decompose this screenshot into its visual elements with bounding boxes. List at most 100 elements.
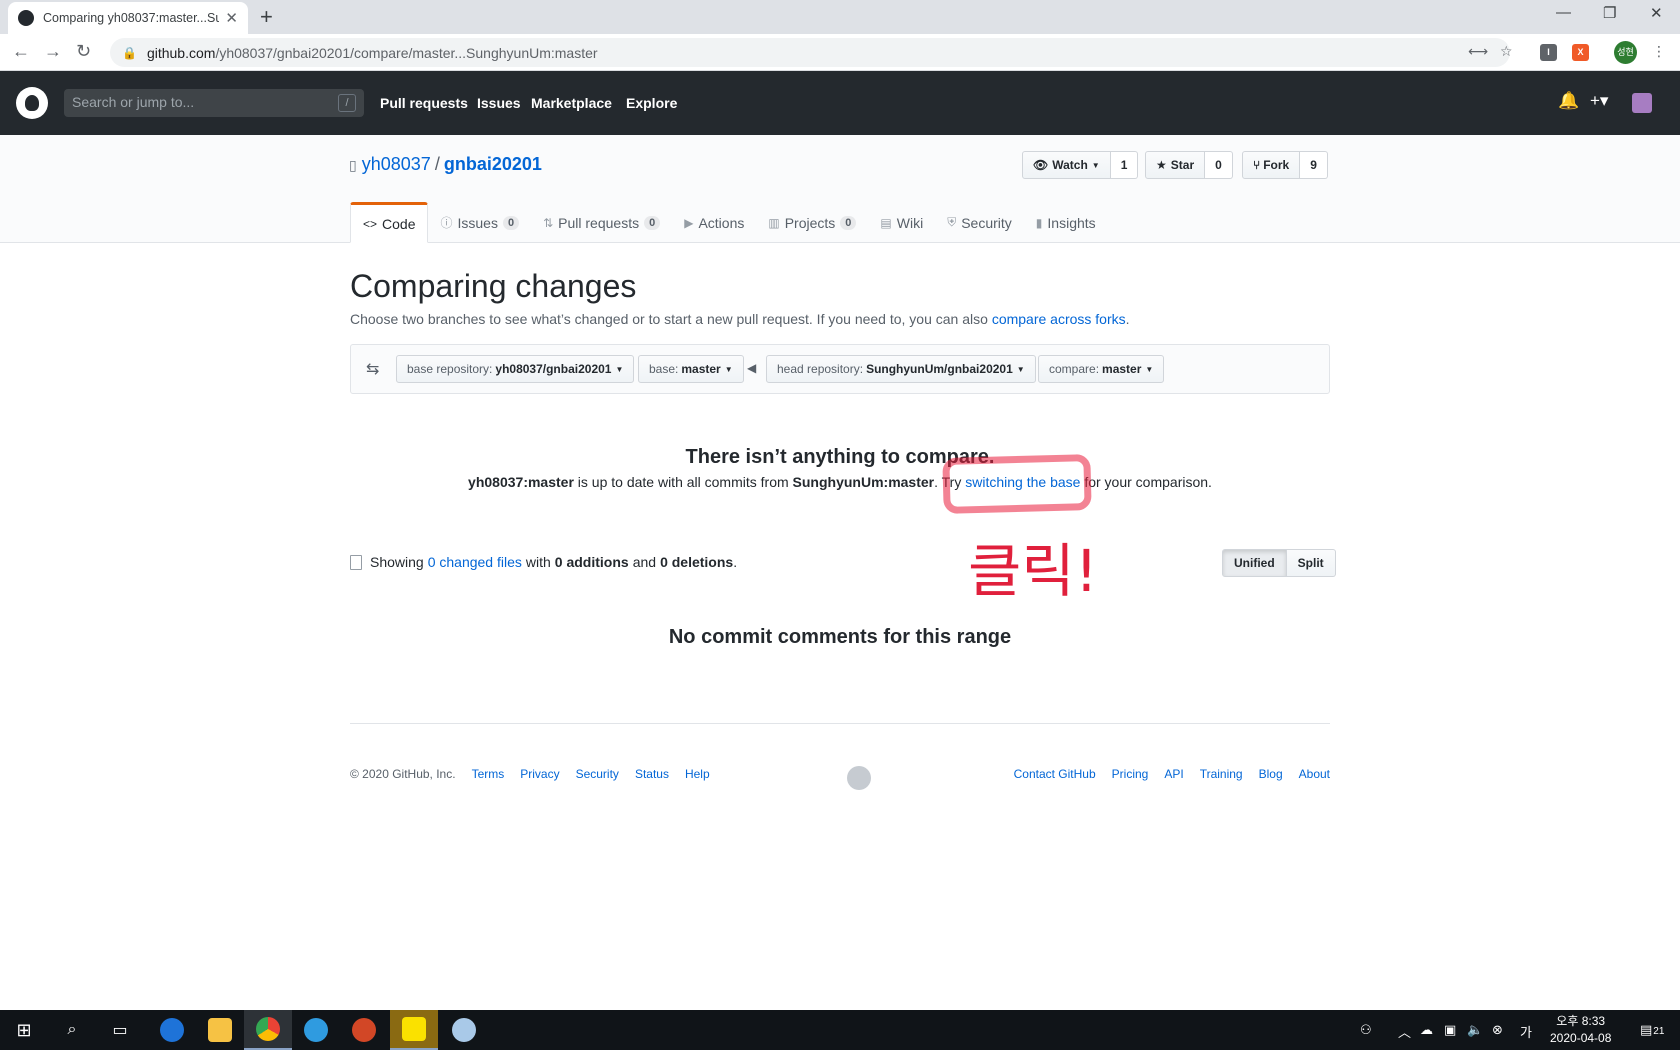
- volume-icon[interactable]: 🔈: [1467, 1022, 1483, 1038]
- head-repository-select[interactable]: head repository: SunghyunUm/gnbai20201 ▼: [766, 355, 1036, 383]
- browser-tab-strip: Comparing yh08037:master...Su ✕ + — ❐ ✕: [0, 0, 1680, 34]
- footer-link-contact[interactable]: Contact GitHub: [1014, 767, 1096, 781]
- summary-text: .: [733, 554, 738, 570]
- chrome-menu-icon[interactable]: ⋮: [1652, 43, 1666, 60]
- compare-across-forks-link[interactable]: compare across forks: [992, 311, 1126, 327]
- create-new-plus-icon[interactable]: +▾: [1590, 91, 1608, 111]
- tab-projects[interactable]: ▥ Projects 0: [756, 202, 868, 243]
- start-windows-icon[interactable]: ⊞: [0, 1010, 48, 1050]
- github-logo-icon[interactable]: [16, 87, 48, 119]
- notifications-bell-icon[interactable]: 🔔: [1558, 91, 1579, 111]
- fork-button[interactable]: ⑂ Fork: [1242, 151, 1301, 179]
- user-avatar[interactable]: [1632, 93, 1652, 113]
- new-tab-icon[interactable]: +: [260, 4, 273, 30]
- git-compare-icon[interactable]: ⇆: [366, 359, 379, 379]
- internet-explorer-icon[interactable]: [292, 1010, 340, 1050]
- header-nav-marketplace[interactable]: Marketplace: [531, 95, 612, 111]
- star-button[interactable]: ★ Star: [1145, 151, 1206, 179]
- github-header: Search or jump to... / Pull requests Iss…: [0, 71, 1680, 135]
- footer-link-pricing[interactable]: Pricing: [1112, 767, 1149, 781]
- tab-wiki[interactable]: ▤ Wiki: [868, 202, 935, 243]
- tab-count: 0: [644, 215, 661, 230]
- forward-icon[interactable]: →: [44, 41, 62, 62]
- repo-owner-link[interactable]: yh08037: [362, 154, 431, 174]
- changed-files-link[interactable]: 0 changed files: [428, 554, 522, 570]
- base-repository-select[interactable]: base repository: yh08037/gnbai20201 ▼: [396, 355, 635, 383]
- base-branch-select[interactable]: base: master ▼: [638, 355, 744, 383]
- tab-label: Pull requests: [558, 214, 640, 231]
- bookmark-star-icon[interactable]: ☆: [1500, 43, 1513, 60]
- header-nav-issues[interactable]: Issues: [477, 95, 521, 111]
- lock-icon: 🔒: [122, 45, 137, 60]
- watch-button[interactable]: 👁 Watch ▼: [1022, 151, 1111, 179]
- search-icon[interactable]: ⌕: [48, 1010, 96, 1050]
- footer-link-security[interactable]: Security: [576, 767, 619, 781]
- minimize-icon[interactable]: —: [1556, 4, 1571, 21]
- compare-branch-select[interactable]: compare: master ▼: [1038, 355, 1165, 383]
- extension-icon[interactable]: X: [1572, 44, 1589, 61]
- onedrive-cloud-icon[interactable]: ☁: [1420, 1022, 1433, 1038]
- footer-link-api[interactable]: API: [1164, 767, 1183, 781]
- footer-link-about[interactable]: About: [1299, 767, 1330, 781]
- footer-link-status[interactable]: Status: [635, 767, 669, 781]
- people-icon[interactable]: ⚇: [1360, 1022, 1372, 1038]
- address-bar[interactable]: 🔒 github.com/yh08037/gnbai20201/compare/…: [110, 38, 1510, 67]
- search-placeholder: Search or jump to...: [72, 94, 195, 110]
- tab-insights[interactable]: ▮ Insights: [1024, 202, 1108, 243]
- star-count[interactable]: 0: [1205, 151, 1233, 179]
- back-icon[interactable]: ←: [12, 41, 30, 62]
- file-explorer-icon[interactable]: [196, 1010, 244, 1050]
- shield-icon: ⛨: [947, 215, 957, 229]
- edge-browser-icon[interactable]: [148, 1010, 196, 1050]
- github-favicon-icon: [18, 10, 34, 26]
- footer-link-blog[interactable]: Blog: [1259, 767, 1283, 781]
- repo-name-link[interactable]: gnbai20201: [444, 154, 542, 174]
- taskbar-clock[interactable]: 오후 8:33 2020-04-08: [1550, 1013, 1611, 1047]
- footer-link-help[interactable]: Help: [685, 767, 710, 781]
- watch-count[interactable]: 1: [1110, 151, 1139, 179]
- window-close-icon[interactable]: ✕: [1650, 4, 1663, 22]
- range-editor: ⇆ base repository: yh08037/gnbai20201 ▼ ba…: [350, 344, 1330, 394]
- footer-divider: [350, 723, 1330, 724]
- status-x-icon[interactable]: ⊗: [1492, 1022, 1503, 1038]
- extension-icon[interactable]: I: [1540, 44, 1557, 61]
- paint-icon[interactable]: [440, 1010, 488, 1050]
- tab-code[interactable]: <> Code: [350, 202, 429, 243]
- fork-icon: ⑂: [1253, 158, 1261, 172]
- profile-avatar[interactable]: 성현: [1614, 41, 1637, 64]
- task-view-icon[interactable]: ▭: [96, 1010, 144, 1050]
- unified-button[interactable]: Unified: [1222, 549, 1287, 577]
- base-label: base:: [649, 362, 679, 376]
- header-nav-explore[interactable]: Explore: [626, 95, 677, 111]
- arrow-left-icon: ◀: [747, 361, 757, 375]
- fork-action: ⑂ Fork 9: [1242, 151, 1328, 179]
- fork-count[interactable]: 9: [1300, 151, 1328, 179]
- github-mark-icon[interactable]: [847, 766, 871, 790]
- restore-icon[interactable]: ❐: [1603, 4, 1616, 22]
- notification-center-icon[interactable]: ▤21: [1640, 1022, 1664, 1038]
- url-path: /yh08037/gnbai20201/compare/master...Sun…: [215, 44, 598, 61]
- network-icon[interactable]: ▣: [1444, 1022, 1456, 1038]
- split-button[interactable]: Split: [1286, 549, 1336, 577]
- footer-link-terms[interactable]: Terms: [472, 767, 505, 781]
- header-nav-pull-requests[interactable]: Pull requests: [380, 95, 468, 111]
- chrome-icon[interactable]: [244, 1010, 292, 1050]
- watch-label: Watch: [1052, 158, 1088, 172]
- browser-tab[interactable]: Comparing yh08037:master...Su ✕: [8, 2, 248, 34]
- kakaotalk-icon[interactable]: [390, 1010, 438, 1050]
- show-hidden-icons-icon[interactable]: ︿: [1398, 1022, 1411, 1041]
- tab-security[interactable]: ⛨ Security: [935, 202, 1024, 243]
- powerpoint-icon[interactable]: [340, 1010, 388, 1050]
- additions-count: 0 additions: [554, 554, 629, 570]
- search-input[interactable]: Search or jump to... /: [64, 89, 364, 117]
- footer-link-training[interactable]: Training: [1200, 767, 1243, 781]
- translate-icon[interactable]: ⟷: [1468, 43, 1488, 60]
- ime-icon[interactable]: 가: [1520, 1022, 1532, 1041]
- reload-icon[interactable]: ↻: [76, 41, 91, 62]
- footer-link-privacy[interactable]: Privacy: [520, 767, 559, 781]
- tab-pull-requests[interactable]: ⇅ Pull requests 0: [531, 202, 672, 243]
- notification-count: 21: [1653, 1026, 1665, 1037]
- tab-actions[interactable]: ▶ Actions: [672, 202, 756, 243]
- close-tab-icon[interactable]: ✕: [225, 9, 238, 27]
- tab-issues[interactable]: ⓘ Issues 0: [428, 202, 531, 243]
